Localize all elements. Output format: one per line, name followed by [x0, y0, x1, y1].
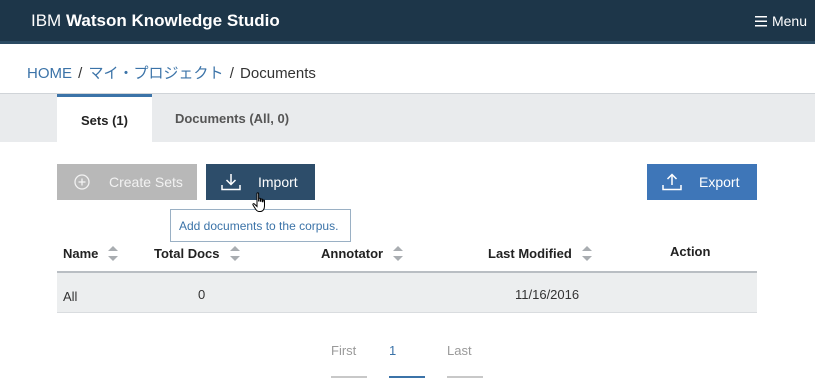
cell-name: All: [63, 289, 78, 304]
pagination-underline: [331, 376, 367, 378]
brand-name: Watson Knowledge Studio: [65, 11, 280, 30]
import-label: Import: [258, 174, 298, 190]
pagination-first-label: First: [331, 343, 357, 358]
tab-sets[interactable]: Sets (1): [57, 94, 152, 143]
brand-prefix: IBM: [31, 11, 62, 30]
column-header-last-modified[interactable]: Last Modified: [488, 246, 592, 261]
cell-last-modified: 11/16/2016: [515, 287, 580, 302]
breadcrumb-separator: /: [229, 65, 234, 82]
pagination-last-label: Last: [447, 343, 472, 358]
create-sets-label: Create Sets: [109, 174, 183, 190]
export-label: Export: [699, 174, 740, 190]
breadcrumb-separator: /: [78, 65, 83, 82]
pagination-first[interactable]: First: [331, 343, 367, 378]
menu-button[interactable]: Menu: [754, 13, 807, 29]
tab-bar: Sets (1) Documents (All, 0): [0, 93, 815, 143]
hamburger-icon: [754, 15, 767, 26]
sort-icon[interactable]: [108, 246, 119, 261]
pagination-underline: [447, 376, 483, 378]
column-header-total-docs[interactable]: Total Docs: [154, 246, 240, 261]
column-header-name[interactable]: Name: [63, 246, 119, 261]
column-header-label: Name: [63, 246, 99, 261]
table-header: Name Total Docs Annotator Last Modified …: [57, 236, 757, 273]
sort-icon[interactable]: [581, 246, 592, 261]
top-header: IBM Watson Knowledge Studio Menu: [0, 0, 815, 44]
app-brand[interactable]: IBM Watson Knowledge Studio: [31, 11, 280, 31]
sets-table: Name Total Docs Annotator Last Modified …: [57, 236, 757, 313]
upload-icon: [655, 173, 689, 191]
download-icon: [214, 173, 248, 191]
pagination-last[interactable]: Last: [447, 343, 483, 378]
sort-icon[interactable]: [229, 246, 240, 261]
column-header-label: Total Docs: [154, 246, 220, 261]
pagination-page-label: 1: [389, 343, 397, 358]
export-button[interactable]: Export: [647, 164, 757, 200]
pagination-page-current[interactable]: 1: [389, 343, 425, 378]
cell-total-docs: 0: [198, 287, 206, 302]
hand-cursor-icon: [252, 192, 270, 219]
tab-documents[interactable]: Documents (All, 0): [152, 94, 312, 143]
column-header-label: Last Modified: [488, 246, 572, 261]
add-circle-icon: [65, 174, 99, 190]
breadcrumb: HOME / マイ・プロジェクト / Documents: [27, 62, 316, 83]
breadcrumb-home-link[interactable]: HOME: [27, 65, 72, 82]
pagination-underline: [389, 376, 425, 378]
breadcrumb-current: Documents: [240, 65, 316, 82]
column-header-label: Action: [670, 244, 711, 259]
column-header-annotator[interactable]: Annotator: [321, 246, 404, 261]
create-sets-button[interactable]: Create Sets: [57, 164, 197, 200]
menu-label: Menu: [771, 13, 807, 29]
column-header-action: Action: [670, 244, 710, 259]
table-row[interactable]: All 0 11/16/2016: [57, 273, 757, 313]
breadcrumb-project-link[interactable]: マイ・プロジェクト: [89, 65, 224, 82]
sort-icon[interactable]: [393, 246, 404, 261]
column-header-label: Annotator: [321, 246, 384, 261]
